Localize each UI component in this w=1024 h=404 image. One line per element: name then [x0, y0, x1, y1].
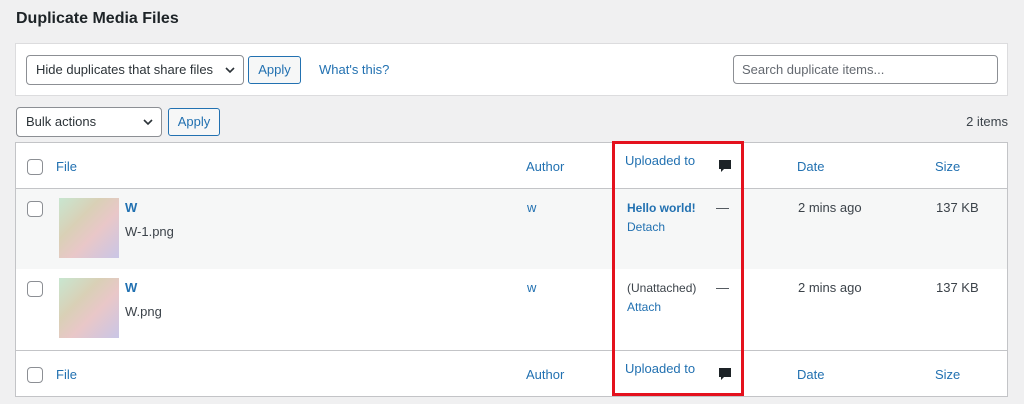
media-thumbnail[interactable]	[59, 278, 119, 338]
chevron-down-icon	[143, 119, 153, 126]
column-date[interactable]: Date	[797, 159, 824, 174]
filter-apply-button[interactable]: Apply	[248, 56, 301, 84]
media-filename: W-1.png	[125, 224, 174, 239]
media-thumbnail[interactable]	[59, 198, 119, 258]
uploaded-to-status: (Unattached)	[627, 281, 697, 295]
search-input[interactable]	[733, 55, 998, 84]
chevron-down-icon	[225, 67, 235, 74]
media-title-link[interactable]: W	[125, 280, 137, 295]
table-footer: File Author Uploaded to Date Size	[16, 350, 1007, 396]
row-checkbox[interactable]	[27, 281, 43, 297]
uploaded-to-link[interactable]: Hello world!	[627, 201, 696, 215]
bulk-actions-value: Bulk actions	[26, 114, 97, 129]
comment-bubble-icon	[719, 160, 731, 172]
whats-this-link[interactable]: What's this?	[319, 62, 389, 77]
author-link[interactable]: w	[527, 200, 536, 215]
page-title: Duplicate Media Files	[16, 10, 179, 27]
table-row: W W.png w (Unattached) Attach — 2 mins a…	[16, 269, 1007, 350]
file-size: 137 KB	[936, 200, 979, 215]
file-size: 137 KB	[936, 280, 979, 295]
comment-bubble-icon	[719, 368, 731, 380]
row-checkbox[interactable]	[27, 201, 43, 217]
upload-date: 2 mins ago	[798, 200, 862, 215]
select-all-checkbox[interactable]	[27, 367, 43, 383]
column-author[interactable]: Author	[526, 367, 564, 382]
column-file[interactable]: File	[56, 367, 77, 382]
comment-count: —	[716, 280, 729, 295]
item-count: 2 items	[966, 114, 1008, 129]
column-file[interactable]: File	[56, 159, 77, 174]
column-size[interactable]: Size	[935, 159, 960, 174]
duplicate-filter-select[interactable]: Hide duplicates that share files	[26, 55, 244, 85]
duplicate-media-table: File Author Uploaded to Date Size W W-1.…	[15, 142, 1008, 397]
column-uploaded-to[interactable]: Uploaded to	[625, 153, 695, 168]
author-link[interactable]: w	[527, 280, 536, 295]
detach-link[interactable]: Detach	[627, 220, 665, 234]
comment-count: —	[716, 200, 729, 215]
select-all-checkbox[interactable]	[27, 159, 43, 175]
media-title-link[interactable]: W	[125, 200, 137, 215]
column-size[interactable]: Size	[935, 367, 960, 382]
column-author[interactable]: Author	[526, 159, 564, 174]
bulk-actions-select[interactable]: Bulk actions	[16, 107, 162, 137]
duplicate-filter-value: Hide duplicates that share files	[36, 62, 214, 77]
column-uploaded-to[interactable]: Uploaded to	[625, 361, 695, 376]
upload-date: 2 mins ago	[798, 280, 862, 295]
bulk-apply-button[interactable]: Apply	[168, 108, 220, 136]
filter-bar: Hide duplicates that share files Apply W…	[15, 43, 1008, 96]
attach-link[interactable]: Attach	[627, 300, 661, 314]
column-date[interactable]: Date	[797, 367, 824, 382]
media-filename: W.png	[125, 304, 162, 319]
table-header: File Author Uploaded to Date Size	[16, 143, 1007, 189]
table-row: W W-1.png w Hello world! Detach — 2 mins…	[16, 189, 1007, 269]
